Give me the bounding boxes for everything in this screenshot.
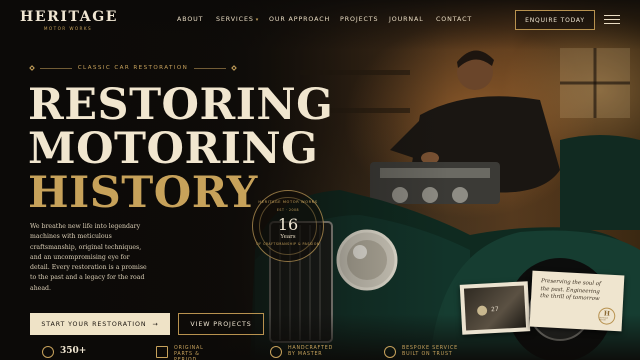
stat-label: HANDCRAFTED BY MASTER	[288, 346, 334, 357]
chevron-down-icon: ▾	[255, 17, 260, 23]
menu-icon[interactable]	[604, 15, 620, 25]
nav-item-services[interactable]: SERVICES ▾	[216, 16, 259, 23]
badge-ring-top: HERITAGE MOTOR WORKS	[258, 200, 318, 204]
view-projects-button[interactable]: VIEW PROJECTS	[178, 313, 264, 335]
parts-icon	[156, 346, 168, 358]
stat-projects: 350+	[42, 346, 86, 358]
handwritten-note: Preserving the soul of the past. Enginee…	[529, 270, 625, 332]
stat-bespoke: BESPOKE SERVICE BUILT ON TRUST	[384, 346, 464, 358]
nav-item-projects[interactable]: PROJECTS	[340, 16, 378, 23]
stat-value: 350+	[60, 346, 87, 356]
brand-logo[interactable]: HERITAGE MOTOR WORKS	[20, 9, 116, 31]
start-restoration-button[interactable]: START YOUR RESTORATION →	[30, 313, 170, 335]
nav-item-journal[interactable]: JOURNAL	[389, 16, 424, 23]
hero-lead: We breathe new life into legendary machi…	[30, 223, 147, 292]
headline-line-2: MOTORING	[28, 124, 319, 174]
photo-image: 27	[463, 285, 527, 331]
trust-icon	[384, 346, 396, 358]
stat-label: BESPOKE SERVICE BUILT ON TRUST	[402, 346, 458, 357]
polaroid-photo: 27	[459, 281, 531, 335]
headline-line-1: RESTORING	[28, 80, 334, 130]
start-restoration-label: START YOUR RESTORATION	[41, 320, 147, 328]
photo-dot	[476, 305, 488, 316]
stat-label: ORIGINAL PARTS & PERIOD	[174, 346, 204, 360]
seal-icon: H HERITAGE MOTOR	[597, 307, 616, 326]
diamond-icon	[29, 65, 35, 71]
tools-icon	[270, 346, 282, 358]
badge-number: 16	[277, 215, 299, 234]
arrow-right-icon: →	[152, 320, 159, 328]
divider	[194, 67, 227, 69]
badge-est: EST · 2008	[276, 208, 300, 212]
diamond-icon	[231, 65, 237, 71]
wrench-icon	[42, 346, 54, 358]
badge-unit: Years	[280, 234, 296, 240]
brand-name: HERITAGE	[20, 9, 119, 25]
enquire-button[interactable]: ENQUIRE TODAY	[515, 10, 595, 30]
note-text: Preserving the soul of the past. Enginee…	[540, 278, 602, 303]
hero-eyebrow: CLASSIC CAR RESTORATION	[29, 65, 237, 71]
nav-item-about[interactable]: ABOUT	[177, 16, 203, 23]
brand-tagline: MOTOR WORKS	[43, 26, 93, 31]
headline-line-3: HISTORY	[28, 168, 258, 218]
nav-item-our-approach[interactable]: OUR APPROACH	[269, 16, 330, 23]
stat-handcrafted: HANDCRAFTED BY MASTER	[270, 346, 338, 358]
divider	[40, 67, 72, 69]
badge-ring-bottom: OF CRAFTSMANSHIP & PASSION	[256, 242, 320, 246]
nav-item-contact[interactable]: CONTACT	[436, 16, 472, 23]
stat-original-parts: ORIGINAL PARTS & PERIOD	[156, 346, 224, 360]
photo-number: 27	[490, 305, 499, 314]
nav-item-services-label: SERVICES	[216, 16, 254, 23]
years-badge: HERITAGE MOTOR WORKS EST · 2008 16 Years…	[252, 190, 324, 262]
eyebrow-text: CLASSIC CAR RESTORATION	[77, 65, 189, 71]
seal-text: HERITAGE MOTOR	[598, 316, 609, 322]
